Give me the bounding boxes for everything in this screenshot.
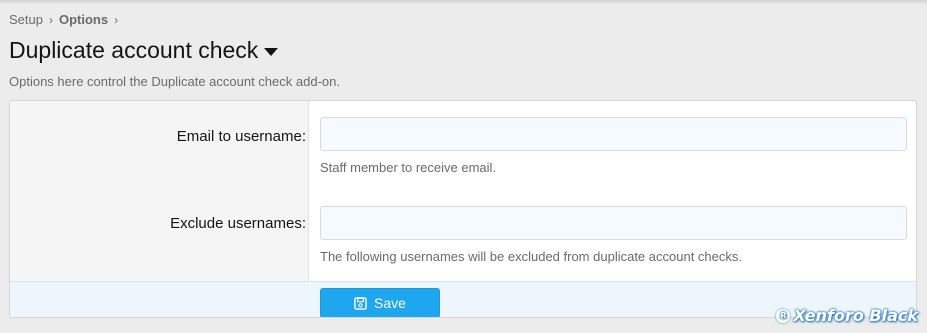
save-button-label: Save [374,295,406,311]
save-button[interactable]: Save [320,288,440,317]
email-to-username-hint: Staff member to receive email. [320,160,497,175]
top-shadow [0,0,927,4]
email-to-username-label: Email to username: [176,128,306,145]
registered-mark-icon: R [776,308,791,323]
caret-down-icon[interactable] [264,47,279,56]
watermark-logo: R Xenforo Black [776,306,918,325]
page-description: Options here control the Duplicate accou… [9,74,340,89]
chevron-right-icon: › [48,12,53,27]
exclude-usernames-hint: The following usernames will be excluded… [320,249,742,264]
breadcrumb-item-setup[interactable]: Setup [9,12,43,27]
floppy-disk-icon [354,296,367,310]
watermark-text: Xenforo Black [793,306,918,325]
exclude-usernames-input[interactable] [320,206,907,240]
breadcrumb: Setup › Options › [9,12,124,27]
options-form: Email to username: Staff member to recei… [9,100,917,318]
page-title: Duplicate account check [9,37,259,63]
chevron-right-icon: › [114,12,119,27]
breadcrumb-item-options[interactable]: Options [59,12,108,27]
title-row[interactable]: Duplicate account check [9,37,279,64]
exclude-usernames-label: Exclude usernames: [170,215,306,232]
email-to-username-input[interactable] [320,117,907,151]
